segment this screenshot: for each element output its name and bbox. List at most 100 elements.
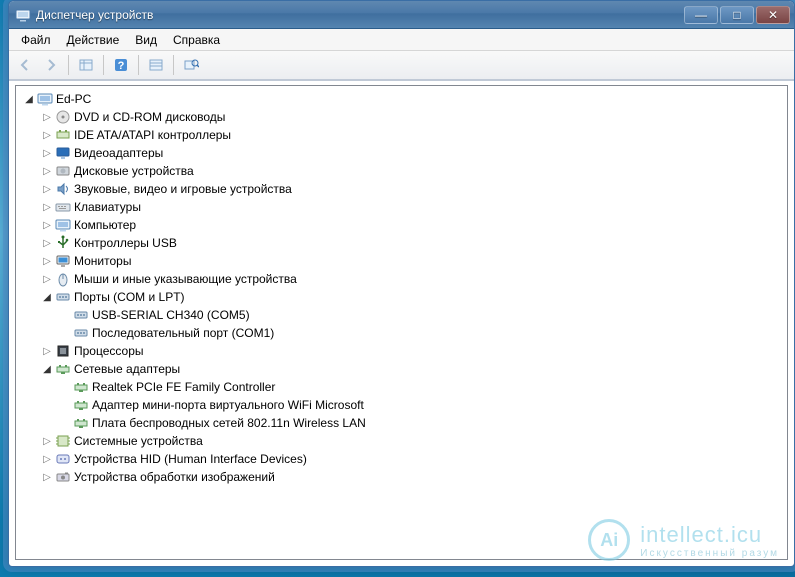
port-icon [55, 289, 71, 305]
minimize-button[interactable]: — [684, 6, 718, 24]
tree-item-label: Плата беспроводных сетей 802.11n Wireles… [92, 416, 366, 430]
tree-item[interactable]: USB-SERIAL CH340 (COM5) [58, 306, 785, 324]
toolbar: ? [9, 51, 794, 81]
app-icon [15, 7, 31, 23]
device-tree[interactable]: ◢Ed-PC▷DVD и CD-ROM дисководы▷IDE ATA/AT… [18, 90, 785, 486]
tree-item[interactable]: ▷ Дисковые устройства [40, 162, 785, 180]
expander-icon[interactable]: ▷ [40, 344, 54, 358]
tree-item[interactable]: ▷ Устройства обработки изображений [40, 468, 785, 486]
expander-icon[interactable]: ▷ [40, 200, 54, 214]
chip-icon [55, 433, 71, 449]
keyboard-icon [55, 199, 71, 215]
expander-icon[interactable]: ◢ [40, 290, 54, 304]
expander-icon[interactable]: ▷ [40, 182, 54, 196]
tree-item[interactable]: ▷ Мониторы [40, 252, 785, 270]
tree-item[interactable]: Плата беспроводных сетей 802.11n Wireles… [58, 414, 785, 432]
optical-icon [55, 109, 71, 125]
tree-item-label: Адаптер мини-порта виртуального WiFi Mic… [92, 398, 364, 412]
expander-icon[interactable]: ▷ [40, 146, 54, 160]
expander-none [58, 308, 72, 322]
expander-icon[interactable]: ◢ [22, 92, 36, 106]
tree-item[interactable]: ▷ Процессоры [40, 342, 785, 360]
expander-icon[interactable]: ▷ [40, 110, 54, 124]
port-icon [73, 307, 89, 323]
tree-item[interactable]: ▷ Системные устройства [40, 432, 785, 450]
menu-help[interactable]: Справка [165, 31, 228, 49]
menu-action[interactable]: Действие [59, 31, 128, 49]
network-icon [55, 361, 71, 377]
port-icon [73, 325, 89, 341]
expander-icon[interactable]: ▷ [40, 272, 54, 286]
tree-item-label: IDE ATA/ATAPI контроллеры [74, 128, 231, 142]
menu-file[interactable]: Файл [13, 31, 59, 49]
network-icon [73, 379, 89, 395]
tree-item-label: Звуковые, видео и игровые устройства [74, 182, 292, 196]
expander-none [58, 380, 72, 394]
help-button[interactable]: ? [109, 53, 133, 77]
tree-item-label: Ed-PC [56, 92, 91, 106]
tree-item[interactable]: ▷ Компьютер [40, 216, 785, 234]
tree-item[interactable]: Последовательный порт (COM1) [58, 324, 785, 342]
tree-item[interactable]: ▷ DVD и CD-ROM дисководы [40, 108, 785, 126]
tree-item[interactable]: Адаптер мини-порта виртуального WiFi Mic… [58, 396, 785, 414]
tree-item[interactable]: ◢Порты (COM и LPT) [40, 288, 785, 306]
imaging-icon [55, 469, 71, 485]
toolbar-separator [103, 55, 104, 75]
tree-item-label: Компьютер [74, 218, 136, 232]
tree-item[interactable]: ▷ IDE ATA/ATAPI контроллеры [40, 126, 785, 144]
expander-icon[interactable]: ▷ [40, 236, 54, 250]
maximize-button[interactable]: □ [720, 6, 754, 24]
tree-item-label: Процессоры [74, 344, 144, 358]
show-hidden-button[interactable] [74, 53, 98, 77]
network-icon [73, 415, 89, 431]
tree-item-label: Дисковые устройства [74, 164, 194, 178]
tree-item[interactable]: ◢ Ed-PC [22, 90, 785, 108]
expander-icon[interactable]: ▷ [40, 128, 54, 142]
tree-item-label: Контроллеры USB [74, 236, 177, 250]
menu-bar: Файл Действие Вид Справка [9, 29, 794, 51]
tree-item[interactable]: ▷Видеоадаптеры [40, 144, 785, 162]
expander-icon[interactable]: ▷ [40, 254, 54, 268]
detail-view-button[interactable] [144, 53, 168, 77]
monitor-icon [55, 253, 71, 269]
tree-item-label: Мониторы [74, 254, 131, 268]
tree-item[interactable]: ◢Сетевые адаптеры [40, 360, 785, 378]
toolbar-separator [173, 55, 174, 75]
tree-item-label: Системные устройства [74, 434, 203, 448]
tree-item[interactable]: Realtek PCIe FE Family Controller [58, 378, 785, 396]
expander-icon[interactable]: ▷ [40, 218, 54, 232]
tree-item-label: USB-SERIAL CH340 (COM5) [92, 308, 250, 322]
tree-item-label: Realtek PCIe FE Family Controller [92, 380, 275, 394]
controller-icon [55, 127, 71, 143]
tree-item[interactable]: ▷ Звуковые, видео и игровые устройства [40, 180, 785, 198]
expander-none [58, 416, 72, 430]
expander-icon[interactable]: ▷ [40, 452, 54, 466]
back-button[interactable] [13, 53, 37, 77]
tree-item-label: Устройства обработки изображений [74, 470, 275, 484]
expander-none [58, 398, 72, 412]
usb-icon [55, 235, 71, 251]
toolbar-separator [68, 55, 69, 75]
display-icon [55, 145, 71, 161]
scan-hardware-button[interactable] [179, 53, 203, 77]
expander-icon[interactable]: ◢ [40, 362, 54, 376]
expander-icon[interactable]: ▷ [40, 470, 54, 484]
svg-text:?: ? [118, 60, 125, 72]
close-button[interactable]: ✕ [756, 6, 790, 24]
tree-item[interactable]: ▷ Контроллеры USB [40, 234, 785, 252]
tree-item-label: DVD и CD-ROM дисководы [74, 110, 225, 124]
audio-icon [55, 181, 71, 197]
computer-icon [55, 217, 71, 233]
device-manager-window: Диспетчер устройств — □ ✕ Файл Действие … [8, 0, 795, 567]
title-bar[interactable]: Диспетчер устройств — □ ✕ [9, 1, 794, 29]
expander-icon[interactable]: ▷ [40, 434, 54, 448]
menu-view[interactable]: Вид [127, 31, 165, 49]
expander-none [58, 326, 72, 340]
tree-item[interactable]: ▷Мыши и иные указывающие устройства [40, 270, 785, 288]
tree-item[interactable]: ▷Клавиатуры [40, 198, 785, 216]
expander-icon[interactable]: ▷ [40, 164, 54, 178]
tree-item[interactable]: ▷Устройства HID (Human Interface Devices… [40, 450, 785, 468]
tree-panel[interactable]: ◢Ed-PC▷DVD и CD-ROM дисководы▷IDE ATA/AT… [15, 85, 788, 560]
mouse-icon [55, 271, 71, 287]
forward-button[interactable] [39, 53, 63, 77]
